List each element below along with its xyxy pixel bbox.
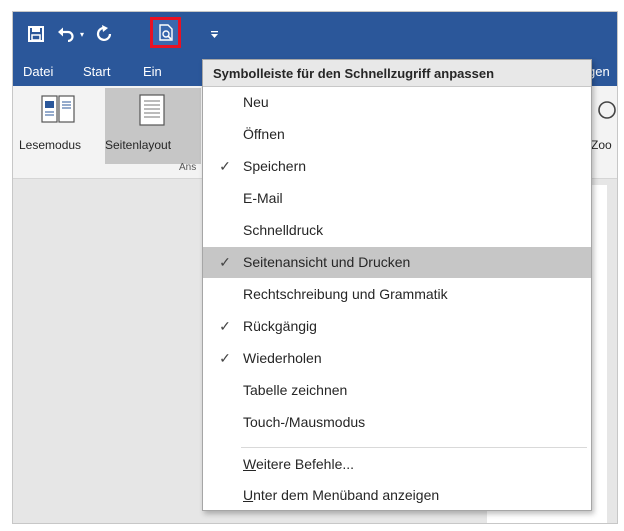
- more-commands-mnemonic: W: [243, 456, 256, 472]
- undo-icon: [58, 27, 74, 42]
- menu-item-label: Rückgängig: [243, 318, 317, 334]
- menu-item-label: Wiederholen: [243, 350, 322, 366]
- tab-start[interactable]: Start: [83, 64, 110, 79]
- zoom-label[interactable]: Zoo: [591, 138, 612, 152]
- checkmark-icon: ✓: [219, 318, 231, 334]
- menu-item[interactable]: E-Mail: [203, 183, 591, 214]
- menu-item-more-commands[interactable]: Weitere Befehle...: [203, 449, 591, 480]
- group-label-ansichten: Ans: [179, 162, 197, 173]
- menu-item-show-below-ribbon[interactable]: Unter dem Menüband anzeigen: [203, 480, 591, 511]
- menu-item-label: Schnelldruck: [243, 222, 324, 238]
- menu-item[interactable]: Rechtschreibung und Grammatik: [203, 279, 591, 310]
- checkmark-icon: ✓: [219, 254, 231, 270]
- page-layout-icon: [139, 94, 165, 126]
- customize-dropdown-icon: [210, 30, 218, 38]
- print-preview-icon: [158, 24, 173, 41]
- menu-item[interactable]: ✓ Rückgängig: [203, 311, 591, 342]
- checkmark-icon: ✓: [219, 350, 231, 366]
- menu-item[interactable]: Öffnen: [203, 119, 591, 150]
- menu-item[interactable]: Tabelle zeichnen: [203, 375, 591, 406]
- below-ribbon-label: nter dem Menüband anzeigen: [253, 487, 440, 503]
- print-preview-button[interactable]: [150, 17, 181, 48]
- menu-item-label: Tabelle zeichnen: [243, 382, 348, 398]
- below-ribbon-mnemonic: U: [243, 487, 254, 503]
- save-button[interactable]: [25, 22, 47, 46]
- redo-button[interactable]: [93, 22, 115, 46]
- customize-qat-menu: Symbolleiste für den Schnellzugriff anpa…: [202, 59, 592, 511]
- checkmark-icon: ✓: [219, 158, 231, 174]
- read-mode-label: Lesemodus: [19, 138, 82, 152]
- menu-item-label: Touch-/Mausmodus: [243, 414, 366, 430]
- menu-header: Symbolleiste für den Schnellzugriff anpa…: [203, 60, 591, 87]
- more-commands-label: eitere Befehle...: [255, 456, 355, 472]
- menu-item-label: E-Mail: [243, 190, 283, 206]
- print-layout-button[interactable]: Seitenlayout: [105, 88, 201, 164]
- menu-item-label: Öffnen: [243, 126, 285, 142]
- redo-icon: [96, 25, 112, 41]
- menu-item[interactable]: ✓ Speichern: [203, 151, 591, 182]
- tab-einfuegen[interactable]: Ein: [143, 64, 162, 79]
- print-layout-label: Seitenlayout: [105, 138, 172, 152]
- zoom-icon[interactable]: [595, 100, 617, 124]
- menu-item-label: Neu: [243, 94, 269, 110]
- word-window: ▾ Datei Start Ein gen Lesemodus Seitenla…: [12, 11, 618, 524]
- read-mode-button[interactable]: Lesemodus: [13, 86, 103, 164]
- menu-separator: [241, 447, 587, 448]
- menu-item[interactable]: ✓ Wiederholen: [203, 343, 591, 374]
- title-bar: ▾: [13, 12, 617, 60]
- menu-item-label: Speichern: [243, 158, 307, 174]
- menu-item[interactable]: Schnelldruck: [203, 215, 591, 246]
- tab-datei[interactable]: Datei: [23, 64, 53, 79]
- undo-dropdown-icon[interactable]: ▾: [77, 22, 87, 46]
- save-icon: [28, 26, 44, 42]
- menu-item[interactable]: Touch-/Mausmodus: [203, 407, 591, 438]
- menu-item-label: Seitenansicht und Drucken: [243, 254, 411, 270]
- menu-item[interactable]: ✓ Seitenansicht und Drucken: [203, 247, 591, 278]
- menu-item[interactable]: Neu: [203, 87, 591, 118]
- menu-item-label: Rechtschreibung und Grammatik: [243, 286, 448, 302]
- customize-qat-button[interactable]: [205, 22, 223, 46]
- book-icon: [41, 95, 75, 123]
- undo-button[interactable]: [55, 22, 77, 46]
